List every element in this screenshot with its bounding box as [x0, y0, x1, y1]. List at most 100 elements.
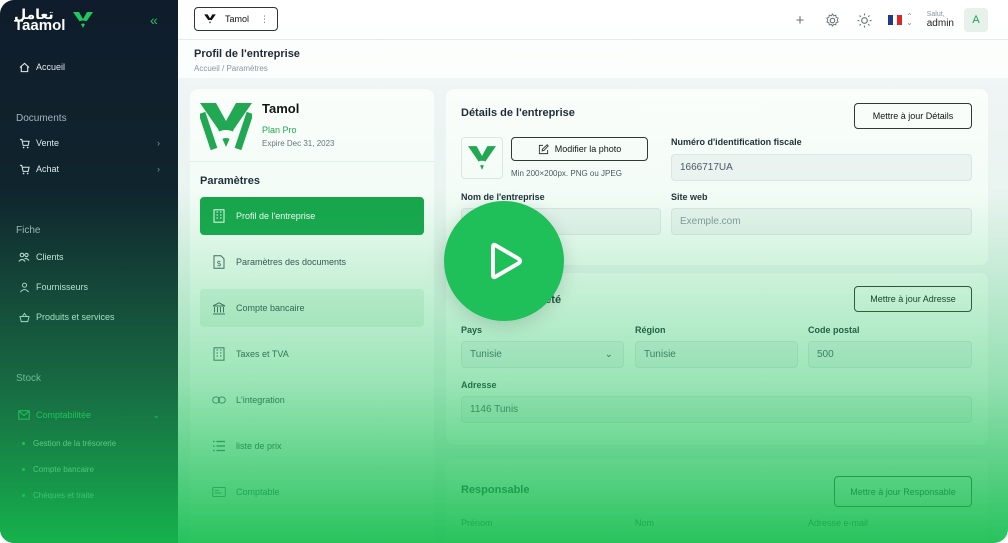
responsable-card: Responsable Mettre à jour Responsable Pr…: [446, 459, 988, 543]
company-photo: [461, 137, 503, 179]
settings-item-label: Compte bancaire: [236, 303, 305, 313]
settings-item-documents[interactable]: $ Paramètres des documents: [200, 243, 424, 281]
country-label: Pays: [461, 325, 483, 335]
tax-id-label: Numéro d'identification fiscale: [671, 137, 802, 147]
update-responsable-button[interactable]: Mettre à jour Responsable: [834, 476, 972, 507]
settings-menu: Profil de l'entreprise $ Paramètres des …: [200, 197, 424, 519]
sidebar-subitem-cheques[interactable]: Chèques et traite: [0, 482, 178, 508]
users-icon: [18, 251, 30, 263]
subitem-label: Gestion de la trésorerie: [33, 438, 117, 448]
sidebar-subitem-tresorerie[interactable]: Gestion de la trésorerie: [0, 430, 178, 456]
website-field[interactable]: Exemple.com: [671, 208, 972, 235]
sun-icon[interactable]: [856, 12, 872, 28]
settings-item-comptable[interactable]: Comptable: [200, 473, 424, 511]
sidebar-item-label: Clients: [36, 252, 64, 262]
topbar: Tamol ⋮ + ⌃ ⌄ Salut, admin A: [178, 0, 1008, 40]
svg-text:$: $: [216, 259, 221, 268]
email-label: Adresse e-mail: [808, 518, 869, 528]
user-icon: [18, 281, 30, 293]
tax-id-field[interactable]: 1666717UA: [671, 154, 972, 181]
gear-icon[interactable]: [824, 12, 840, 28]
sidebar-item-label: Achat: [36, 164, 60, 174]
section-fiche: Fiche: [16, 224, 41, 236]
plan-badge: Plan Pro: [262, 125, 297, 135]
sidebar-item-clients[interactable]: Clients: [0, 246, 178, 268]
settings-item-prix[interactable]: liste de prix: [200, 427, 424, 465]
building-icon: [212, 347, 226, 361]
subitem-label: Chèques et traite: [33, 490, 94, 500]
plan-expiry: Expire Dec 31, 2023: [262, 139, 335, 148]
edit-photo-button[interactable]: Modifier la photo: [511, 137, 648, 161]
subitem-label: Compte bancaire: [33, 464, 94, 474]
cart-icon: [18, 137, 30, 149]
responsable-title: Responsable: [461, 484, 530, 496]
bullet-icon: [22, 493, 25, 497]
sidebar-item-produits[interactable]: Produits et services: [0, 306, 178, 328]
update-details-button[interactable]: Mettre à jour Détails: [854, 103, 972, 129]
settings-item-label: Comptable: [236, 487, 280, 497]
country-select[interactable]: Tunisie ⌄: [461, 341, 624, 368]
collapse-sidebar-icon[interactable]: «: [150, 12, 158, 28]
settings-item-label: Paramètres des documents: [236, 257, 347, 267]
section-stock: Stock: [16, 372, 42, 384]
avatar[interactable]: A: [964, 8, 988, 32]
update-address-button[interactable]: Mettre à jour Adresse: [854, 286, 972, 312]
play-button[interactable]: [444, 201, 564, 321]
company-name: Tamol: [225, 14, 250, 24]
brand-logo[interactable]: تعامل Taamol: [14, 7, 95, 33]
sidebar-item-comptabilite[interactable]: Comptabilitée ⌄: [0, 404, 178, 426]
zip-field[interactable]: 500: [808, 341, 972, 368]
settings-item-taxes[interactable]: Taxes et TVA: [200, 335, 424, 373]
home-icon: [18, 61, 30, 73]
sidebar-item-label: Accueil: [36, 62, 66, 72]
greeting-text: Salut,: [926, 11, 945, 18]
chevron-right-icon: ›: [157, 138, 160, 148]
sidebar-item-vente[interactable]: Vente ›: [0, 132, 178, 154]
settings-card: Tamol Plan Pro Expire Dec 31, 2023 Param…: [190, 89, 434, 543]
chevron-right-icon: ›: [157, 164, 160, 174]
cart-icon: [18, 163, 30, 175]
settings-title: Paramètres: [200, 175, 260, 187]
sidebar-item-fournisseurs[interactable]: Fournisseurs: [0, 276, 178, 298]
breadcrumb[interactable]: Accueil / Paramètres: [194, 64, 1008, 73]
bank-icon: [212, 301, 226, 315]
region-field[interactable]: Tunisie: [635, 341, 798, 368]
section-documents: Documents: [16, 112, 67, 124]
region-label: Région: [635, 325, 666, 335]
sidebar-item-achat[interactable]: Achat ›: [0, 158, 178, 180]
play-icon: [491, 242, 522, 280]
sidebar-subitem-compte-bancaire[interactable]: Compte bancaire: [0, 456, 178, 482]
page-header: Profil de l'entreprise Accueil / Paramèt…: [178, 40, 1008, 78]
mail-icon: [18, 409, 30, 421]
chevron-down-icon: ⌄: [152, 409, 160, 420]
last-name-label: Nom: [635, 518, 655, 528]
company-logo-icon: [468, 146, 496, 172]
edit-icon: [538, 143, 549, 155]
sidebar-item-label: Vente: [36, 138, 60, 148]
sidebar-item-home[interactable]: Accueil: [0, 56, 178, 78]
settings-item-integration[interactable]: L'integration: [200, 381, 424, 419]
link-icon: [212, 393, 226, 407]
chevron-down-icon: ⌄: [604, 349, 613, 360]
website-label: Site web: [671, 192, 708, 202]
add-icon[interactable]: +: [792, 12, 808, 29]
basket-icon: [18, 311, 30, 323]
first-name-label: Prénom: [461, 518, 493, 528]
settings-item-label: liste de prix: [236, 441, 282, 451]
french-flag-icon[interactable]: [888, 15, 903, 25]
settings-item-compte-bancaire[interactable]: Compte bancaire: [200, 289, 424, 327]
id-card-icon: [212, 485, 226, 499]
sidebar-item-label: Comptabilitée: [36, 410, 92, 420]
address-label: Adresse: [461, 380, 497, 390]
company-card-name: Tamol: [262, 101, 300, 116]
settings-item-label: Profil de l'entreprise: [236, 211, 316, 221]
company-selector[interactable]: Tamol ⋮: [194, 7, 278, 31]
zip-label: Code postal: [808, 325, 860, 335]
address-field[interactable]: 1146 Tunis: [461, 396, 972, 423]
more-vertical-icon: ⋮: [260, 13, 269, 24]
language-switch-icon[interactable]: ⌃ ⌄: [906, 13, 913, 27]
details-title: Détails de l'entreprise: [461, 107, 575, 119]
sidebar: تعامل Taamol « Accueil Documents Vente ›…: [0, 0, 178, 543]
document-dollar-icon: $: [212, 255, 226, 269]
settings-item-profil[interactable]: Profil de l'entreprise: [200, 197, 424, 235]
